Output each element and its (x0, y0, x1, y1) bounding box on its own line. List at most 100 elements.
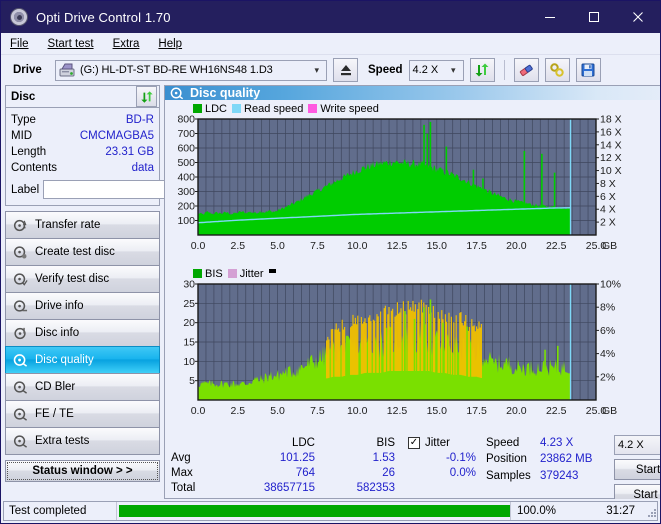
start-part-button[interactable]: Start part (614, 484, 660, 499)
content-header-label: Disc quality (190, 86, 261, 100)
legend-jitter: Jitter (227, 267, 264, 280)
svg-text:14 X: 14 X (600, 139, 622, 151)
chart-ldc-readspeed[interactable]: 100 200 300 400 500 600 700 800 2 X4 X6 X8 X 10 X… (168, 114, 660, 266)
sidebar-item-create-test-disc[interactable]: Create test disc (5, 238, 160, 266)
stats-panel: LDC BIS Avg 101.25 1.53 Max 764 26 Total… (165, 431, 660, 499)
stats-col-bis: BIS (376, 436, 395, 449)
start-full-button[interactable]: Start full (614, 459, 660, 480)
speed-row: Speed 4.23 X (486, 435, 614, 450)
test-speed-value: 4.2 X (618, 439, 644, 451)
legend-marker-icon (268, 269, 276, 273)
test-speed-select[interactable]: 4.2 X ▾ (614, 435, 660, 455)
legend-bis: BIS (193, 268, 223, 280)
position-label: Position (486, 453, 527, 465)
eraser-icon (519, 64, 533, 77)
disc-type-value: BD-R (125, 114, 154, 126)
disc-info-row-mid: MID CMCMAGBA5 (11, 128, 154, 144)
tools-icon (550, 63, 564, 77)
disc-refresh-button[interactable] (136, 86, 157, 107)
sidebar-item-disc-info[interactable]: Disc info (5, 319, 160, 347)
sidebar-item-drive-info[interactable]: Drive info (5, 292, 160, 320)
stats-row-total: Total 38657715 582353 (171, 480, 406, 495)
disc-mid-value: CMCMAGBA5 (79, 130, 154, 142)
svg-text:10%: 10% (600, 280, 621, 291)
sidebar-item-label: Transfer rate (35, 219, 101, 231)
jitter-label: Jitter (425, 436, 450, 449)
status-message: Test completed (9, 505, 87, 517)
erase-button[interactable] (513, 58, 539, 82)
sidebar-item-extra-tests[interactable]: Extra tests (5, 427, 160, 455)
sidebar-item-label: FE / TE (35, 408, 74, 420)
disc-length-label: Length (11, 146, 47, 158)
cd-bler-icon (13, 380, 28, 394)
disc-info-row-type: Type BD-R (11, 112, 154, 128)
maximize-button[interactable] (572, 1, 616, 33)
minimize-button[interactable] (528, 1, 572, 33)
sidebar-item-cd-bler[interactable]: CD Bler (5, 373, 160, 401)
svg-text:4 X: 4 X (600, 204, 616, 216)
disc-info-row-length: Length 23.31 GB (11, 144, 154, 160)
svg-text:20.0: 20.0 (506, 405, 527, 417)
disc-verify-icon (13, 272, 28, 286)
disc-contents-label: Contents (11, 162, 58, 174)
content-header: Disc quality (165, 86, 660, 100)
svg-text:2%: 2% (600, 371, 615, 383)
svg-text:8 X: 8 X (600, 178, 616, 190)
svg-text:700: 700 (177, 128, 195, 140)
sidebar-item-verify-test-disc[interactable]: Verify test disc (5, 265, 160, 293)
svg-text:16 X: 16 X (600, 126, 622, 138)
position-row: Position 23862 MB (486, 450, 614, 468)
svg-text:300: 300 (177, 186, 195, 198)
legend-label-jitter: Jitter (239, 267, 264, 280)
legend-label-ldc: LDC (205, 102, 228, 115)
close-button[interactable] (616, 1, 660, 33)
svg-text:15: 15 (183, 337, 195, 349)
svg-text:4%: 4% (600, 348, 615, 360)
menu-help-label: Help (158, 37, 183, 50)
refresh-button[interactable] (469, 58, 495, 82)
drive-info-icon (13, 299, 28, 312)
drive-select[interactable]: (G:) HL-DT-ST BD-RE WH16NS48 1.D3 ▾ (55, 59, 327, 81)
svg-text:800: 800 (177, 115, 195, 126)
jitter-avg-row: -0.1% (408, 450, 486, 465)
svg-text:7.5: 7.5 (310, 240, 325, 252)
menu-file[interactable]: File (10, 36, 40, 52)
svg-text:5.0: 5.0 (270, 240, 285, 252)
menu-help[interactable]: Help (158, 36, 193, 52)
chart-bis-jitter[interactable]: 5 10 15 20 25 30 2% 4% 6% 8% 10% 0.0 2.5 5.0 7.5 10.0 12… (168, 279, 660, 431)
legend-label-bis: BIS (205, 267, 223, 280)
sidebar-item-label: Create test disc (35, 246, 115, 258)
menu-start-test[interactable]: Start test (48, 36, 105, 52)
svg-text:GB: GB (602, 405, 617, 417)
svg-text:18 X: 18 X (600, 115, 622, 126)
speed-select[interactable]: 4.2 X ▾ (408, 59, 464, 81)
app-window: Opti Drive Control 1.70 File Start test … (0, 0, 661, 524)
legend-write-speed: Write speed (308, 103, 379, 115)
legend-swatch-bis (193, 269, 202, 278)
svg-text:17.5: 17.5 (466, 240, 487, 252)
tools-button[interactable] (544, 58, 570, 82)
sidebar-item-fe-te[interactable]: FE / TE (5, 400, 160, 428)
menu-extra[interactable]: Extra (113, 36, 151, 52)
svg-text:10.0: 10.0 (347, 240, 368, 252)
samples-value: 379243 (540, 469, 579, 482)
jitter-checkbox[interactable]: ✓ (408, 436, 420, 449)
resize-grip[interactable] (643, 504, 657, 518)
title-bar: Opti Drive Control 1.70 (1, 1, 660, 33)
svg-text:6%: 6% (600, 325, 615, 337)
speed-stat-label: Speed (486, 436, 520, 449)
save-button[interactable] (575, 58, 601, 82)
status-window-button[interactable]: Status window > > (5, 460, 160, 482)
stats-avg-ldc: 101.25 (279, 451, 315, 464)
samples-row: Samples 379243 (486, 468, 614, 483)
svg-text:30: 30 (183, 280, 195, 291)
chevron-down-icon: ▾ (450, 64, 456, 75)
sidebar-item-disc-quality[interactable]: Disc quality (5, 346, 160, 374)
sidebar-item-transfer-rate[interactable]: Transfer rate (5, 211, 160, 239)
disc-info-panel: Type BD-R MID CMCMAGBA5 Length 23.31 GB … (5, 107, 244, 206)
speed-stat-value: 4.23 X (540, 436, 574, 449)
svg-text:22.5: 22.5 (546, 240, 567, 252)
eject-button[interactable] (333, 58, 358, 82)
svg-text:5.0: 5.0 (270, 405, 285, 417)
window-title: Opti Drive Control 1.70 (36, 9, 171, 25)
